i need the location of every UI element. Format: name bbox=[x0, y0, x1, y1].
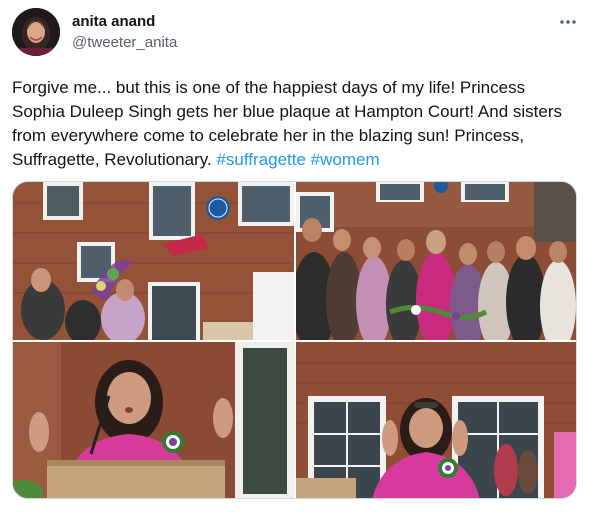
photo-speaker-lectern[interactable] bbox=[13, 342, 294, 498]
tweet-text: Forgive me... but this is one of the hap… bbox=[12, 76, 572, 172]
tweet-card: anita anand @tweeter_anita Forgive me...… bbox=[0, 0, 589, 516]
author-handle[interactable]: @tweeter_anita bbox=[72, 34, 177, 51]
author-name[interactable]: anita anand bbox=[72, 13, 155, 30]
ellipsis-icon bbox=[560, 20, 576, 24]
avatar[interactable] bbox=[12, 8, 60, 56]
hashtag-link[interactable]: #suffragette bbox=[216, 150, 305, 169]
media-grid bbox=[12, 181, 577, 499]
photo-building-plaque[interactable] bbox=[13, 182, 294, 340]
photo-group-women[interactable] bbox=[296, 182, 576, 340]
more-options-button[interactable] bbox=[556, 10, 580, 34]
avatar-image bbox=[12, 8, 60, 56]
hashtag-link[interactable]: #womem bbox=[311, 150, 380, 169]
photo-raised-fists[interactable] bbox=[296, 342, 576, 498]
